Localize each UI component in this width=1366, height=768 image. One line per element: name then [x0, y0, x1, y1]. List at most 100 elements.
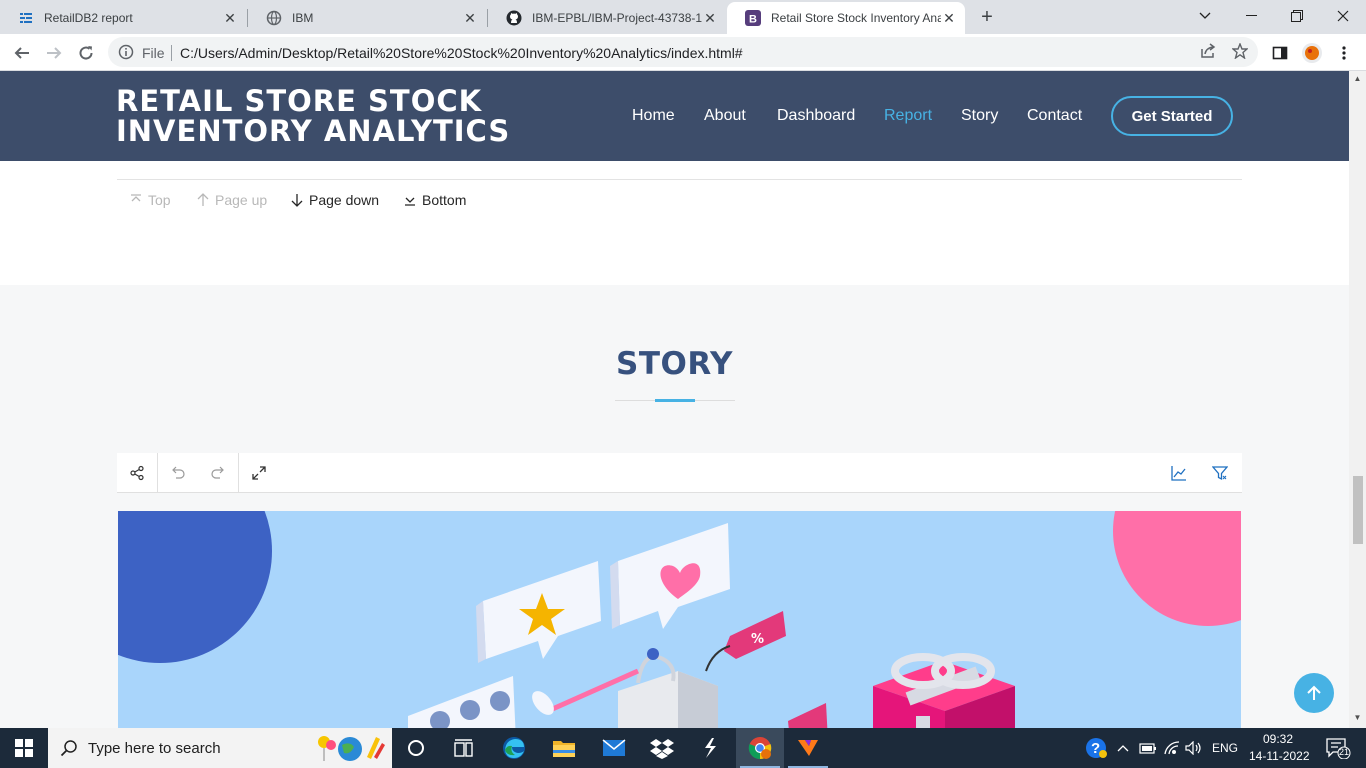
- scrollbar-thumb[interactable]: [1353, 476, 1363, 544]
- blue-blob-shape: [118, 511, 272, 663]
- report-page-up-button[interactable]: Page up: [197, 192, 267, 208]
- back-to-top-button[interactable]: [1294, 673, 1334, 713]
- restore-icon[interactable]: [1274, 0, 1320, 32]
- nav-contact[interactable]: Contact: [1027, 107, 1082, 125]
- nav-dashboard[interactable]: Dashboard: [777, 107, 855, 125]
- close-tab-icon[interactable]: ✕: [462, 10, 478, 26]
- mail-icon[interactable]: [590, 728, 638, 768]
- filter-button[interactable]: [1200, 453, 1240, 493]
- back-arrow-icon[interactable]: [10, 41, 34, 65]
- db2-icon: [18, 10, 34, 26]
- redo-button[interactable]: [198, 453, 238, 493]
- discount-tag-icon: %: [705, 611, 786, 672]
- svg-text:?: ?: [1091, 740, 1100, 757]
- address-bar[interactable]: File C:/Users/Admin/Desktop/Retail%20Sto…: [108, 37, 1258, 67]
- browser-tab-strip: RetailDB2 report ✕ IBM ✕ IBM-EPBL/IBM-Pr…: [0, 0, 1366, 34]
- edge-browser-icon[interactable]: [490, 728, 538, 768]
- close-tab-icon[interactable]: ✕: [702, 10, 718, 26]
- dropbox-icon[interactable]: [638, 728, 686, 768]
- report-bottom-label: Bottom: [422, 192, 467, 208]
- heart-speech-bubble-icon: [610, 523, 730, 629]
- minimize-icon[interactable]: [1228, 0, 1274, 32]
- tab-retaildb2-report[interactable]: RetailDB2 report ✕: [0, 2, 246, 34]
- undo-button[interactable]: [158, 453, 198, 493]
- site-info-icon[interactable]: [118, 44, 134, 65]
- battery-icon[interactable]: [1136, 728, 1160, 768]
- fullscreen-button[interactable]: [239, 453, 279, 493]
- top-arrow-icon: [131, 194, 141, 202]
- windows-taskbar: Type here to search ? ENG 09:32 14-11-20…: [0, 728, 1366, 768]
- page-scrollbar[interactable]: ▲ ▼: [1349, 71, 1366, 728]
- report-page-down-button[interactable]: Page down: [291, 192, 379, 208]
- title-accent-bar: [655, 399, 695, 402]
- tab-search-dropdown-icon[interactable]: [1182, 0, 1228, 32]
- small-tag-shape: [788, 703, 828, 728]
- story-section-title: STORY: [616, 346, 733, 382]
- file-explorer-icon[interactable]: [540, 728, 588, 768]
- bottom-arrow-icon: [405, 197, 415, 206]
- new-tab-button[interactable]: +: [976, 6, 998, 28]
- logo-line-2: INVENTORY ANALYTICS: [116, 114, 511, 148]
- volume-icon[interactable]: [1182, 728, 1206, 768]
- profile-avatar[interactable]: [1300, 41, 1324, 65]
- side-panel-icon[interactable]: [1268, 41, 1292, 65]
- insights-button[interactable]: [1159, 453, 1199, 493]
- arrow-up-icon: [1307, 685, 1321, 700]
- notification-count: 21: [1339, 747, 1350, 757]
- task-view-icon[interactable]: [440, 728, 488, 768]
- story-toolbar: [117, 453, 1242, 493]
- start-button[interactable]: [0, 728, 48, 768]
- site-header: RETAIL STORE STOCK INVENTORY ANALYTICS H…: [0, 71, 1349, 161]
- tray-overflow-chevron-icon[interactable]: [1112, 728, 1134, 768]
- report-page-up-label: Page up: [215, 192, 268, 208]
- report-bottom-button[interactable]: Bottom: [404, 192, 466, 208]
- tab-title: IBM: [292, 11, 314, 25]
- site-logo[interactable]: RETAIL STORE STOCK INVENTORY ANALYTICS: [116, 86, 510, 146]
- nav-report[interactable]: Report: [884, 107, 932, 125]
- chrome-taskbar-icon[interactable]: [736, 728, 784, 768]
- forward-arrow-icon[interactable]: [42, 41, 66, 65]
- close-tab-icon[interactable]: ✕: [941, 10, 957, 26]
- shopping-bag-icon: [532, 648, 718, 728]
- line-chart-icon: [1171, 466, 1186, 481]
- scroll-down-arrow-icon[interactable]: ▼: [1353, 713, 1362, 722]
- notification-center-icon[interactable]: 21: [1318, 728, 1358, 768]
- windows-logo-icon: [15, 739, 33, 757]
- input-language[interactable]: ENG: [1212, 741, 1238, 755]
- share-story-button[interactable]: [117, 453, 157, 493]
- url-text[interactable]: C:/Users/Admin/Desktop/Retail%20Store%20…: [180, 45, 743, 61]
- tab-github-project[interactable]: IBM-EPBL/IBM-Project-43738-16 ✕: [488, 2, 726, 34]
- search-highlight-illustration-icon: [318, 736, 385, 761]
- wifi-icon[interactable]: [1160, 728, 1184, 768]
- share-icon[interactable]: [1200, 43, 1216, 64]
- arrow-up-icon: [197, 193, 209, 206]
- bootstrap-icon: B: [745, 10, 761, 26]
- taskbar-search-box[interactable]: Type here to search: [48, 728, 392, 768]
- redo-icon: [211, 466, 224, 479]
- cortana-icon[interactable]: [392, 728, 440, 768]
- bookmark-star-icon[interactable]: [1231, 42, 1249, 64]
- nav-about[interactable]: About: [704, 107, 746, 125]
- report-top-button[interactable]: Top: [130, 192, 171, 208]
- browser-toolbar: File C:/Users/Admin/Desktop/Retail%20Sto…: [0, 34, 1366, 71]
- clock-time[interactable]: 09:32: [1263, 732, 1293, 746]
- tab-ibm[interactable]: IBM ✕: [248, 2, 486, 34]
- gift-box-icon: [873, 653, 1015, 728]
- tab-title: RetailDB2 report: [44, 11, 133, 25]
- reload-icon[interactable]: [74, 41, 98, 65]
- address-scheme-label: File: [142, 45, 165, 61]
- get-started-button[interactable]: Get Started: [1111, 96, 1233, 136]
- typing-bubble-icon: [408, 676, 516, 728]
- nav-home[interactable]: Home: [632, 107, 675, 125]
- clock-date[interactable]: 14-11-2022: [1249, 749, 1310, 763]
- sublime-text-icon[interactable]: [784, 728, 832, 768]
- taskbar-search-placeholder: Type here to search: [88, 740, 221, 757]
- close-tab-icon[interactable]: ✕: [222, 10, 238, 26]
- globe-icon: [266, 10, 282, 26]
- browser-menu-icon[interactable]: [1332, 41, 1356, 65]
- close-window-icon[interactable]: [1320, 0, 1366, 32]
- visual-studio-code-icon[interactable]: [686, 728, 734, 768]
- scroll-up-arrow-icon[interactable]: ▲: [1353, 74, 1362, 83]
- nav-story[interactable]: Story: [961, 107, 998, 125]
- tab-retail-store[interactable]: B Retail Store Stock Inventory Anal ✕: [727, 2, 965, 34]
